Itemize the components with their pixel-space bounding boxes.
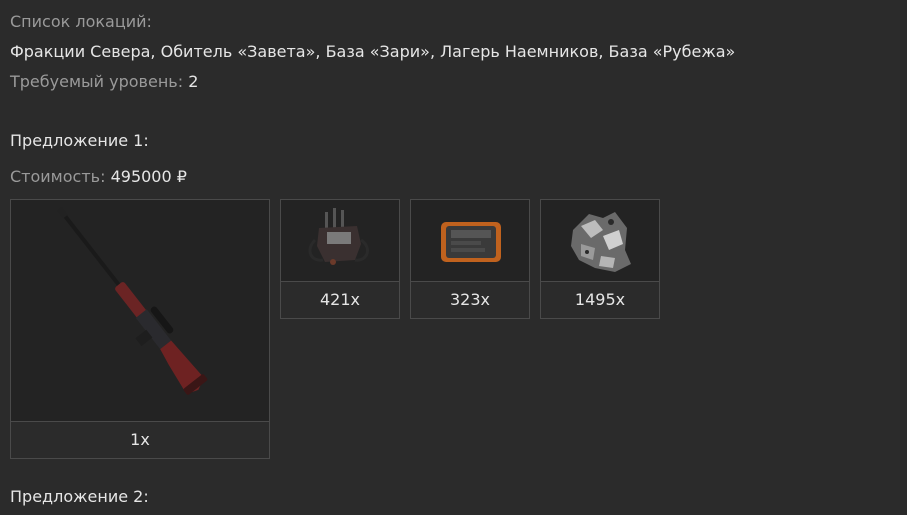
required-item-qty-2: 323x bbox=[411, 281, 529, 318]
offer-2-title: Предложение 2: bbox=[10, 487, 149, 506]
reward-item-slot[interactable]: 1x bbox=[10, 199, 270, 459]
locations-label: Список локаций: bbox=[10, 12, 152, 31]
cost-value: 495000 ₽ bbox=[110, 167, 187, 186]
required-item-qty-3: 1495x bbox=[541, 281, 659, 318]
sniper-rifle-icon bbox=[57, 206, 208, 395]
locations-list: Фракции Севера, Обитель «Завета», База «… bbox=[10, 42, 736, 61]
required-level-label: Требуемый уровень: bbox=[10, 72, 184, 91]
electronic-device-icon bbox=[308, 208, 370, 265]
required-level-value: 2 bbox=[188, 72, 199, 91]
orange-case-icon bbox=[441, 222, 501, 262]
required-item-slot-3[interactable]: 1495x bbox=[540, 199, 660, 319]
rock-ore-icon bbox=[571, 212, 631, 272]
offer-1-title: Предложение 1: bbox=[10, 131, 149, 150]
required-item-slot-2[interactable]: 323x bbox=[410, 199, 530, 319]
required-item-slot-1[interactable]: 421x bbox=[280, 199, 400, 319]
required-level: Требуемый уровень: 2 bbox=[10, 72, 198, 92]
required-item-qty-1: 421x bbox=[281, 281, 399, 318]
offer-1-cost: Стоимость: 495000 ₽ bbox=[10, 167, 187, 187]
reward-item-qty: 1x bbox=[11, 421, 269, 458]
cost-label: Стоимость: bbox=[10, 167, 106, 186]
